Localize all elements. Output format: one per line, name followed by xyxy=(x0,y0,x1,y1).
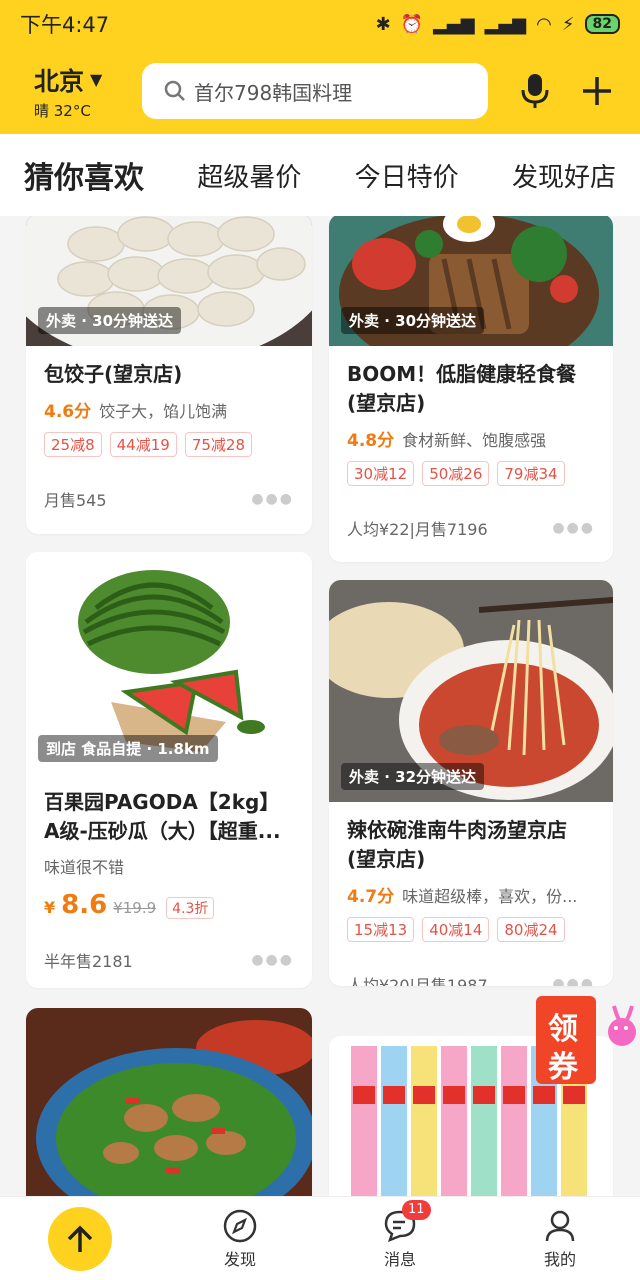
nav-mine[interactable]: 我的 xyxy=(480,1208,640,1270)
product-card[interactable]: 到店 食品自提 · 1.8km 百果园PAGODA【2kg】A级-压砂瓜（大）【… xyxy=(26,552,312,988)
nav-mine-label: 我的 xyxy=(543,1249,576,1269)
nav-messages-label: 消息 xyxy=(383,1249,416,1269)
promo-tag: 50减26 xyxy=(422,461,490,486)
bottom-nav: 发现 11 消息 我的 xyxy=(0,1196,640,1280)
stir-fry-image xyxy=(26,1008,312,1196)
app-header: 北京 ▼ 晴 32°C 首尔798韩国料理 xyxy=(0,48,640,134)
store-card[interactable]: 外卖 · 32分钟送达 辣依碗淮南牛肉汤望京店(望京店) 4.7分 味道超级棒，喜… xyxy=(329,580,613,986)
coupon-text-2: 券 xyxy=(548,1050,578,1085)
store-score: 4.7分 xyxy=(347,887,395,907)
bluetooth-icon: ✱ xyxy=(375,13,391,35)
watermelon-image: 到店 食品自提 · 1.8km xyxy=(26,552,312,774)
store-title: BOOM！低脂健康轻食餐(望京店) xyxy=(347,362,577,415)
nav-messages[interactable]: 11 消息 xyxy=(320,1199,480,1270)
original-price: ¥19.9 xyxy=(113,899,157,917)
sales-count: 半年售2181 xyxy=(44,952,133,971)
store-card[interactable] xyxy=(26,1008,312,1196)
store-tagline: 食材新鲜、饱腹感强 xyxy=(402,431,547,450)
tab-discover-shops[interactable]: 发现好店 xyxy=(512,157,616,194)
more-icon[interactable]: ●●● xyxy=(552,976,595,986)
store-title: 包饺子(望京店) xyxy=(44,362,183,386)
signal-icon-2: ▂▄▆ xyxy=(484,13,527,35)
city-selector[interactable]: 北京 ▼ 晴 32°C xyxy=(34,62,134,121)
promo-tag: 30减12 xyxy=(347,461,415,486)
messages-badge: 11 xyxy=(402,1199,431,1220)
status-bar: 下午4:47 ✱ ⏰ ▂▄▆ ▂▄▆ ◠ ⚡ 82 xyxy=(0,0,640,48)
tab-guess-you-like[interactable]: 猜你喜欢 xyxy=(24,153,148,199)
microphone-icon[interactable] xyxy=(520,72,550,110)
chevron-down-icon: ▼ xyxy=(90,70,103,89)
store-meta: 月售545 xyxy=(44,491,107,510)
promo-tag: 25减8 xyxy=(44,432,102,457)
nav-discover[interactable]: 发现 xyxy=(160,1208,320,1270)
signal-icon: ▂▄▆ xyxy=(433,13,475,35)
more-icon[interactable]: ●●● xyxy=(552,520,595,536)
nav-discover-label: 发现 xyxy=(223,1249,256,1269)
alarm-icon: ⏰ xyxy=(400,13,424,35)
battery-indicator: 82 xyxy=(584,14,620,34)
search-input[interactable]: 首尔798韩国料理 xyxy=(142,63,488,119)
promo-tag: 40减14 xyxy=(422,917,490,942)
store-title: 辣依碗淮南牛肉汤望京店(望京店) xyxy=(347,818,567,871)
delivery-badge: 外卖 · 32分钟送达 xyxy=(341,763,485,790)
promo-tag: 75减28 xyxy=(184,432,253,457)
promo-tag: 79减34 xyxy=(497,461,565,486)
coupon-float[interactable]: 领 券 xyxy=(534,992,638,1088)
tab-summer-price[interactable]: 超级暑价 xyxy=(197,157,301,194)
promo-tag: 15减13 xyxy=(347,917,415,942)
weather-text: 晴 32°C xyxy=(34,101,91,120)
city-name: 北京 xyxy=(34,66,85,96)
store-tagline: 饺子大，馅儿饱满 xyxy=(99,402,228,421)
status-icons: ✱ ⏰ ▂▄▆ ▂▄▆ ◠ ⚡ 82 xyxy=(376,14,620,35)
status-time: 下午4:47 xyxy=(20,13,110,37)
store-meta: 人均¥22|月售7196 xyxy=(347,520,488,539)
discount-tag: 4.3折 xyxy=(166,897,215,919)
delivery-badge: 外卖 · 30分钟送达 xyxy=(38,307,182,334)
search-icon xyxy=(164,80,185,101)
delivery-badge: 外卖 · 30分钟送达 xyxy=(341,307,485,334)
current-price: 8.6 xyxy=(61,890,108,920)
store-card[interactable]: 外卖 · 30分钟送达 包饺子(望京店) 4.6分 饺子大，馅儿饱满 25减8 4… xyxy=(26,216,312,534)
store-score: 4.6分 xyxy=(44,402,92,422)
promo-tag: 80减24 xyxy=(497,917,565,942)
product-review: 味道很不错 xyxy=(44,858,125,877)
wifi-icon: ◠ xyxy=(536,13,552,35)
store-tagline: 味道超级棒，喜欢，份... xyxy=(402,887,578,906)
compass-icon xyxy=(223,1209,257,1242)
salad-image: 外卖 · 30分钟送达 xyxy=(329,216,613,374)
plus-icon[interactable] xyxy=(580,74,614,108)
user-icon xyxy=(545,1210,575,1241)
charging-icon: ⚡ xyxy=(561,13,575,35)
promo-tag: 44减19 xyxy=(109,432,177,457)
back-to-top-button[interactable] xyxy=(0,1206,160,1271)
store-card[interactable]: 外卖 · 30分钟送达 BOOM！低脂健康轻食餐(望京店) 4.8分 食材新鲜、饱… xyxy=(329,216,613,562)
pickup-badge: 到店 食品自提 · 1.8km xyxy=(38,735,218,762)
price-currency: ¥ xyxy=(44,898,56,917)
tab-today-special[interactable]: 今日特价 xyxy=(355,157,459,194)
category-tabs: 猜你喜欢 超级暑价 今日特价 发现好店 xyxy=(0,134,640,216)
more-icon[interactable]: ●●● xyxy=(251,952,294,968)
product-title: 百果园PAGODA【2kg】A级-压砂瓜（大）【超重... xyxy=(44,790,281,843)
more-icon[interactable]: ●●● xyxy=(251,491,294,507)
store-score: 4.8分 xyxy=(347,431,395,451)
noodle-soup-image: 外卖 · 32分钟送达 xyxy=(329,580,613,802)
search-placeholder: 首尔798韩国料理 xyxy=(194,80,353,105)
arrow-up-icon xyxy=(67,1225,93,1252)
store-meta: 人均¥20|月售1987 xyxy=(347,976,488,986)
dumplings-image: 外卖 · 30分钟送达 xyxy=(26,216,312,364)
